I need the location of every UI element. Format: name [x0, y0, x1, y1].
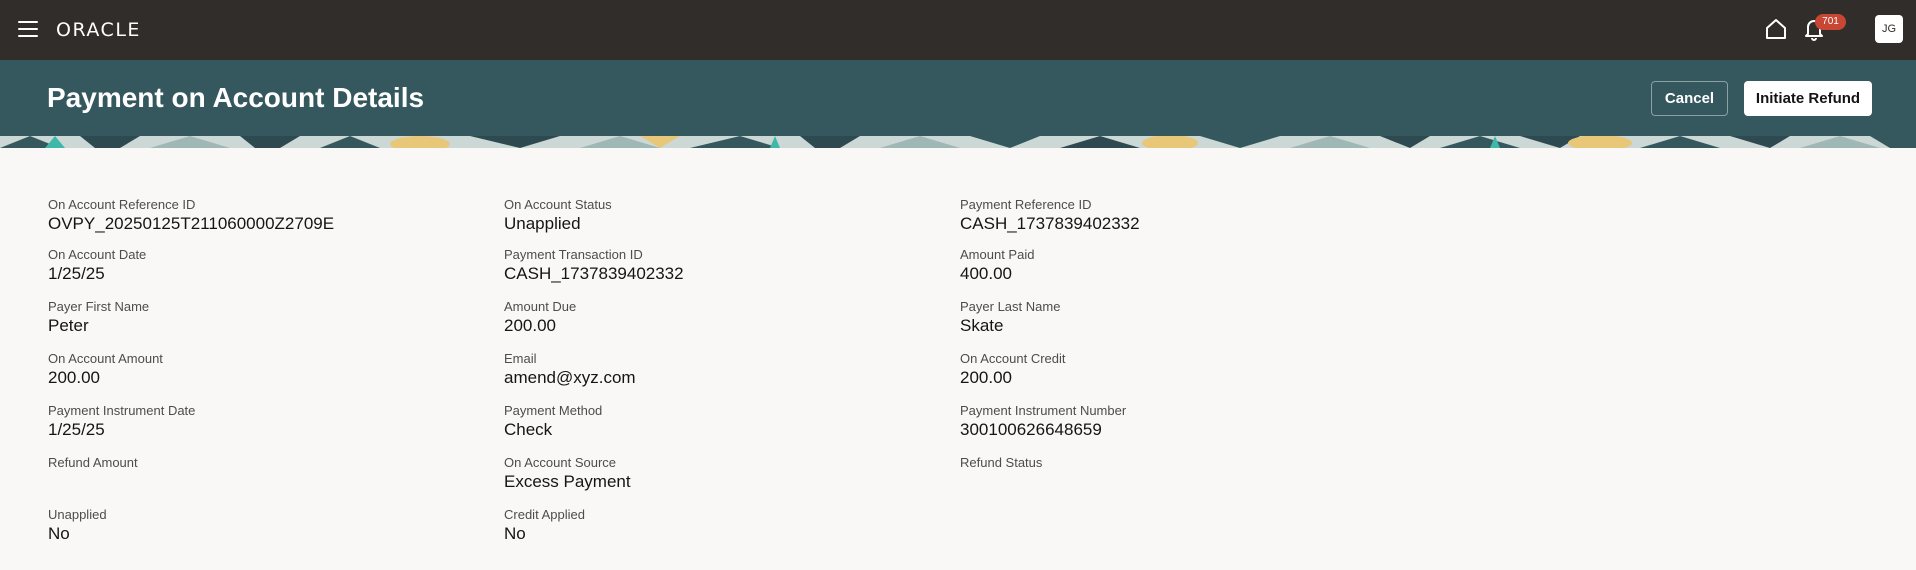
field-value: 300100626648659 [960, 420, 1102, 439]
field-label: On Account Status [504, 197, 612, 212]
payer-first-name-field: Payer First Name Peter [48, 299, 468, 336]
field-label: Payer Last Name [960, 299, 1061, 314]
field-label: Amount Paid [960, 247, 1035, 262]
field-label: Refund Amount [48, 455, 138, 470]
on-account-status-field: On Account Status Unapplied [504, 197, 924, 234]
on-account-source-field: On Account Source Excess Payment [504, 455, 924, 492]
payment-instrument-date-field: Payment Instrument Date 1/25/25 [48, 403, 468, 440]
page-header: Payment on Account Details Cancel Initia… [0, 60, 1916, 148]
field-label: On Account Credit [960, 351, 1066, 366]
field-value: 200.00 [504, 316, 556, 335]
field-label: Payment Reference ID [960, 197, 1092, 212]
field-label: Amount Due [504, 299, 577, 314]
field-value [48, 472, 468, 492]
field-label: Payment Instrument Number [960, 403, 1127, 418]
field-value: Skate [960, 316, 1004, 335]
on-account-amount-field: On Account Amount 200.00 [48, 351, 468, 388]
refund-amount-field: Refund Amount [48, 455, 468, 492]
field-label: Payment Instrument Date [48, 403, 196, 418]
initiate-refund-button[interactable]: Initiate Refund [1744, 81, 1872, 116]
field-label: Refund Status [960, 455, 1043, 470]
oracle-logo[interactable]: ORACLE [56, 19, 141, 41]
field-value: Check [504, 420, 553, 439]
field-value: amend@xyz.com [504, 368, 636, 387]
unapplied-field: Unapplied No [48, 507, 468, 544]
field-label: On Account Amount [48, 351, 163, 366]
field-label: On Account Reference ID [48, 197, 196, 212]
email-field: Email amend@xyz.com [504, 351, 924, 388]
field-value: CASH_1737839402332 [504, 264, 684, 283]
amount-paid-field: Amount Paid 400.00 [960, 247, 1380, 284]
menu-icon[interactable] [18, 21, 38, 37]
home-icon[interactable] [1763, 16, 1789, 42]
field-value: No [48, 524, 70, 543]
field-label: Credit Applied [504, 507, 585, 522]
payment-method-field: Payment Method Check [504, 403, 924, 440]
field-value: Peter [48, 316, 89, 335]
on-account-reference-id-field: On Account Reference ID OVPY_20250125T21… [48, 197, 468, 234]
credit-applied-field: Credit Applied No [504, 507, 924, 544]
field-label: Payer First Name [48, 299, 150, 314]
payment-instrument-number-field: Payment Instrument Number 30010062664865… [960, 403, 1380, 440]
field-label: On Account Date [48, 247, 147, 262]
refund-status-field: Refund Status [960, 455, 1380, 492]
field-value: CASH_1737839402332 [960, 214, 1140, 233]
field-value: 1/25/25 [48, 420, 105, 439]
field-value: 200.00 [48, 368, 100, 387]
field-value: 200.00 [960, 368, 1012, 387]
field-value: No [504, 524, 526, 543]
field-label: Payment Transaction ID [504, 247, 643, 262]
payment-reference-id-field: Payment Reference ID CASH_1737839402332 [960, 197, 1380, 234]
user-avatar[interactable]: JG [1875, 15, 1903, 43]
field-value: 400.00 [960, 264, 1012, 283]
field-label: On Account Source [504, 455, 617, 470]
notification-count-badge: 701 [1815, 14, 1846, 30]
cancel-button[interactable]: Cancel [1651, 81, 1728, 116]
field-value [960, 472, 1380, 492]
decorative-pattern-band [0, 136, 1916, 148]
on-account-credit-field: On Account Credit 200.00 [960, 351, 1380, 388]
field-label: Payment Method [504, 403, 603, 418]
page-title: Payment on Account Details [47, 82, 425, 113]
details-panel: On Account Reference ID OVPY_20250125T21… [0, 148, 1916, 570]
payment-transaction-id-field: Payment Transaction ID CASH_173783940233… [504, 247, 924, 284]
top-bar: ORACLE 701 JG [0, 0, 1916, 60]
field-value: Excess Payment [504, 472, 631, 491]
on-account-date-field: On Account Date 1/25/25 [48, 247, 468, 284]
amount-due-field: Amount Due 200.00 [504, 299, 924, 336]
field-label: Email [504, 351, 537, 366]
field-value: OVPY_20250125T211060000Z2709E [48, 214, 335, 233]
field-value: 1/25/25 [48, 264, 105, 283]
payer-last-name-field: Payer Last Name Skate [960, 299, 1380, 336]
field-value: Unapplied [504, 214, 581, 233]
field-label: Unapplied [48, 507, 107, 522]
